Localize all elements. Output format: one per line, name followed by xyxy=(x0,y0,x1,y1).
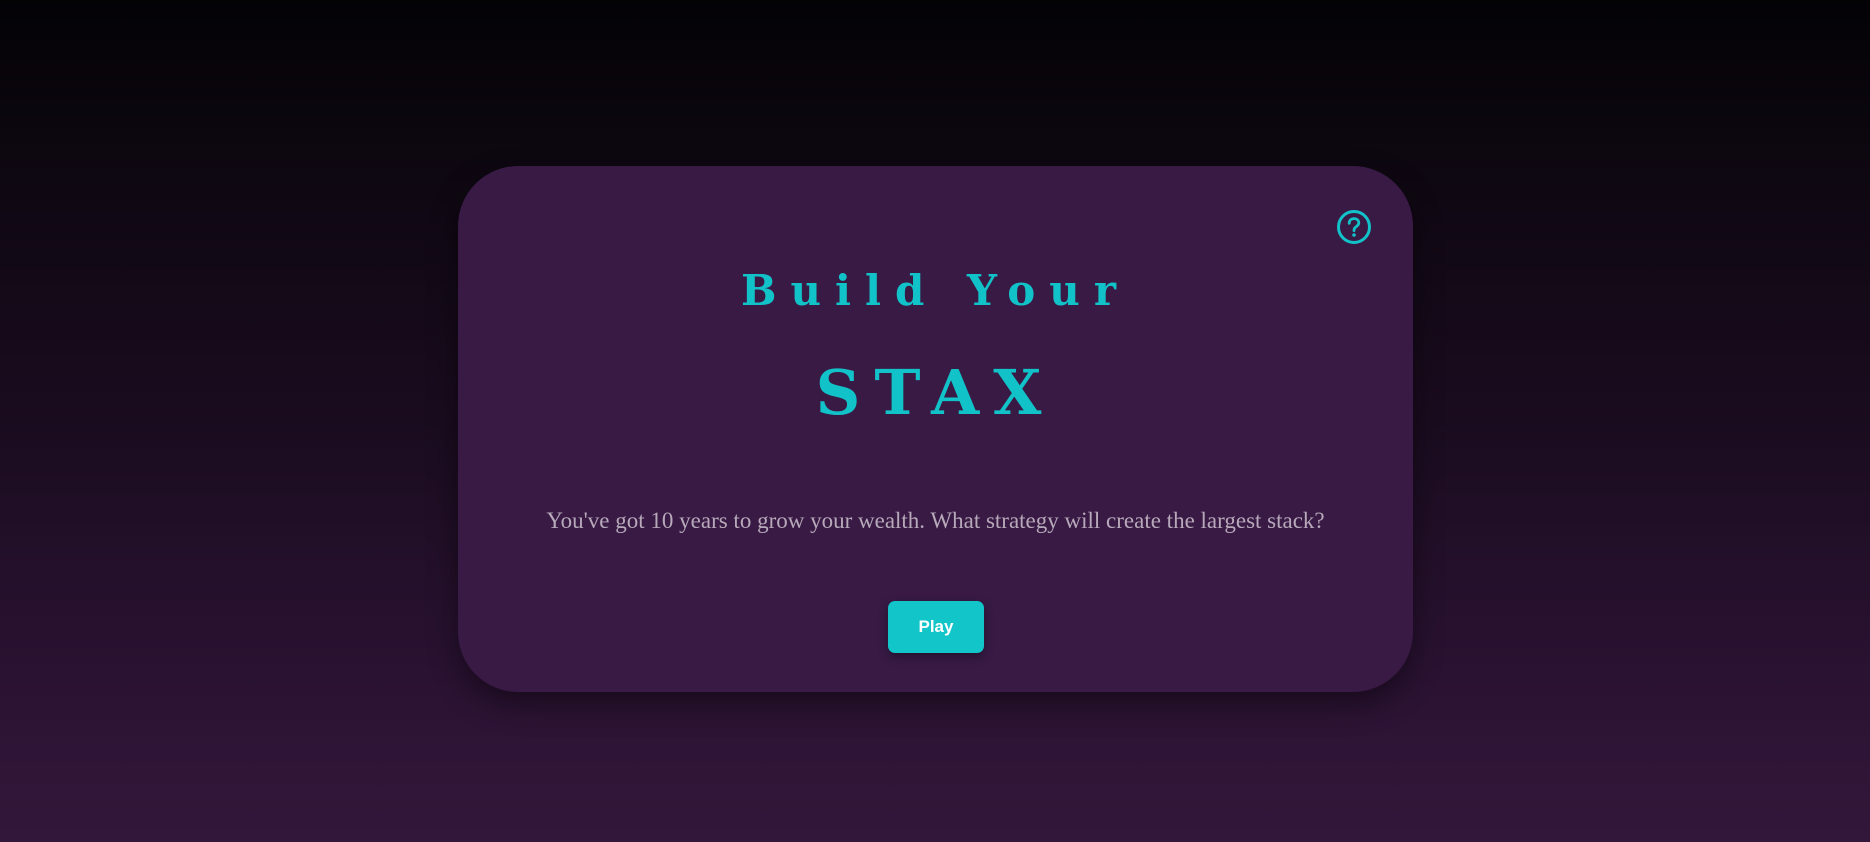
question-circle-icon xyxy=(1337,210,1371,244)
intro-card: Build Your STAX You've got 10 years to g… xyxy=(458,166,1413,692)
game-description: You've got 10 years to grow your wealth.… xyxy=(546,508,1325,533)
help-button[interactable] xyxy=(1336,209,1372,245)
title-stax: STAX xyxy=(815,356,1056,429)
play-button[interactable]: Play xyxy=(888,601,984,653)
title-build-your: Build Your xyxy=(741,266,1130,315)
